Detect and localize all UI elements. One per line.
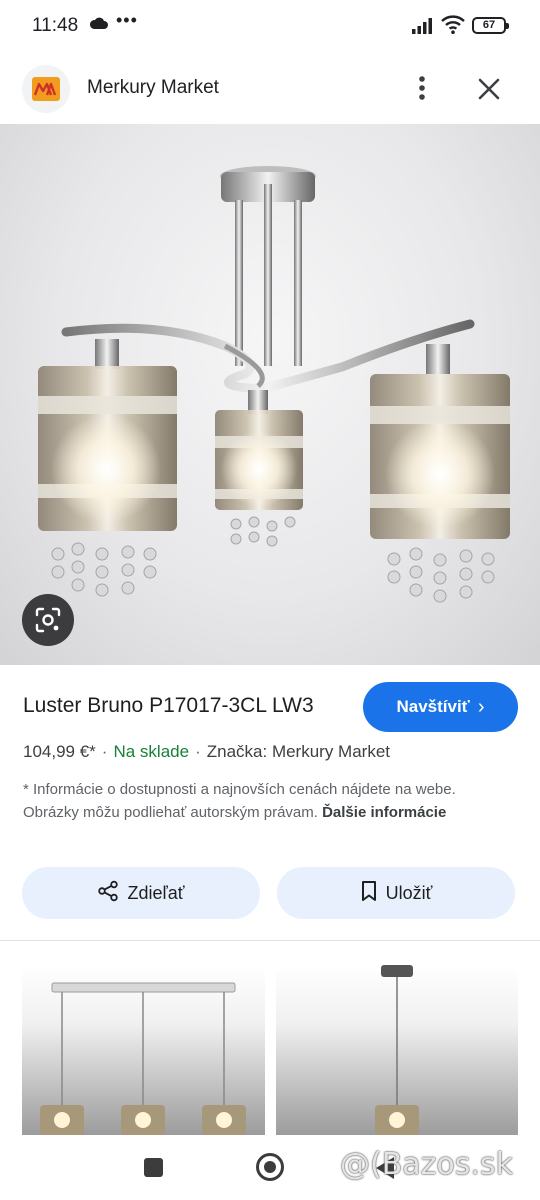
related-product-thumbnail[interactable] — [276, 965, 518, 1135]
related-product-thumbnail[interactable] — [22, 965, 265, 1135]
chandelier-illustration — [38, 166, 510, 603]
disclaimer: * Informácie o dostupnosti a najnovších … — [23, 778, 493, 824]
lens-search-icon[interactable] — [22, 594, 74, 646]
more-info-link[interactable]: Ďalšie informácie — [322, 804, 446, 821]
status-time: 11:48 — [32, 15, 79, 36]
share-label: Zdieľať — [127, 882, 185, 903]
visit-button[interactable]: Navštíviť › — [363, 682, 518, 732]
visit-button-label: Navštíviť — [396, 697, 470, 716]
save-button[interactable]: Uložiť — [277, 867, 515, 919]
product-meta: 104,99 €* · Na sklade · Značka: Merkury Mark… — [23, 742, 390, 762]
notification-dots: ••• — [116, 10, 138, 30]
cloud-icon — [89, 16, 109, 35]
product-brand: Značka: Merkury Market — [206, 742, 391, 761]
more-vertical-icon[interactable] — [410, 74, 434, 104]
status-bar: 11:48 ••• 67 — [0, 0, 540, 52]
separator-dot: · — [101, 742, 108, 761]
recent-apps-icon[interactable] — [144, 1158, 163, 1177]
chevron-right-icon: › — [477, 695, 485, 718]
wifi-icon — [441, 15, 465, 40]
save-label: Uložiť — [385, 882, 433, 903]
availability-status: Na sklade — [113, 742, 190, 761]
merchant-logo — [22, 65, 70, 113]
product-price: 104,99 €* — [23, 742, 96, 761]
product-image[interactable] — [0, 124, 540, 665]
app-header: Merkury Market — [0, 52, 540, 124]
product-title: Luster Bruno P17017-3CL LW3 — [23, 694, 314, 717]
navigation-bar: @(Bazos.sk — [0, 1135, 540, 1200]
share-icon — [97, 880, 119, 907]
signal-icon — [412, 17, 436, 39]
share-button[interactable]: Zdieľať — [22, 867, 260, 919]
single-pendant-lamp-illustration — [375, 965, 419, 1135]
merchant-name: Merkury Market — [87, 77, 219, 98]
bookmark-icon — [360, 880, 378, 907]
home-icon[interactable] — [256, 1153, 284, 1181]
pendant-bar-lamp-illustration — [40, 982, 246, 1135]
separator-dot: · — [195, 742, 201, 761]
battery-icon: 67 — [472, 17, 509, 34]
close-icon[interactable] — [476, 76, 502, 102]
divider — [0, 940, 540, 941]
watermark: @(Bazos.sk — [340, 1147, 513, 1182]
